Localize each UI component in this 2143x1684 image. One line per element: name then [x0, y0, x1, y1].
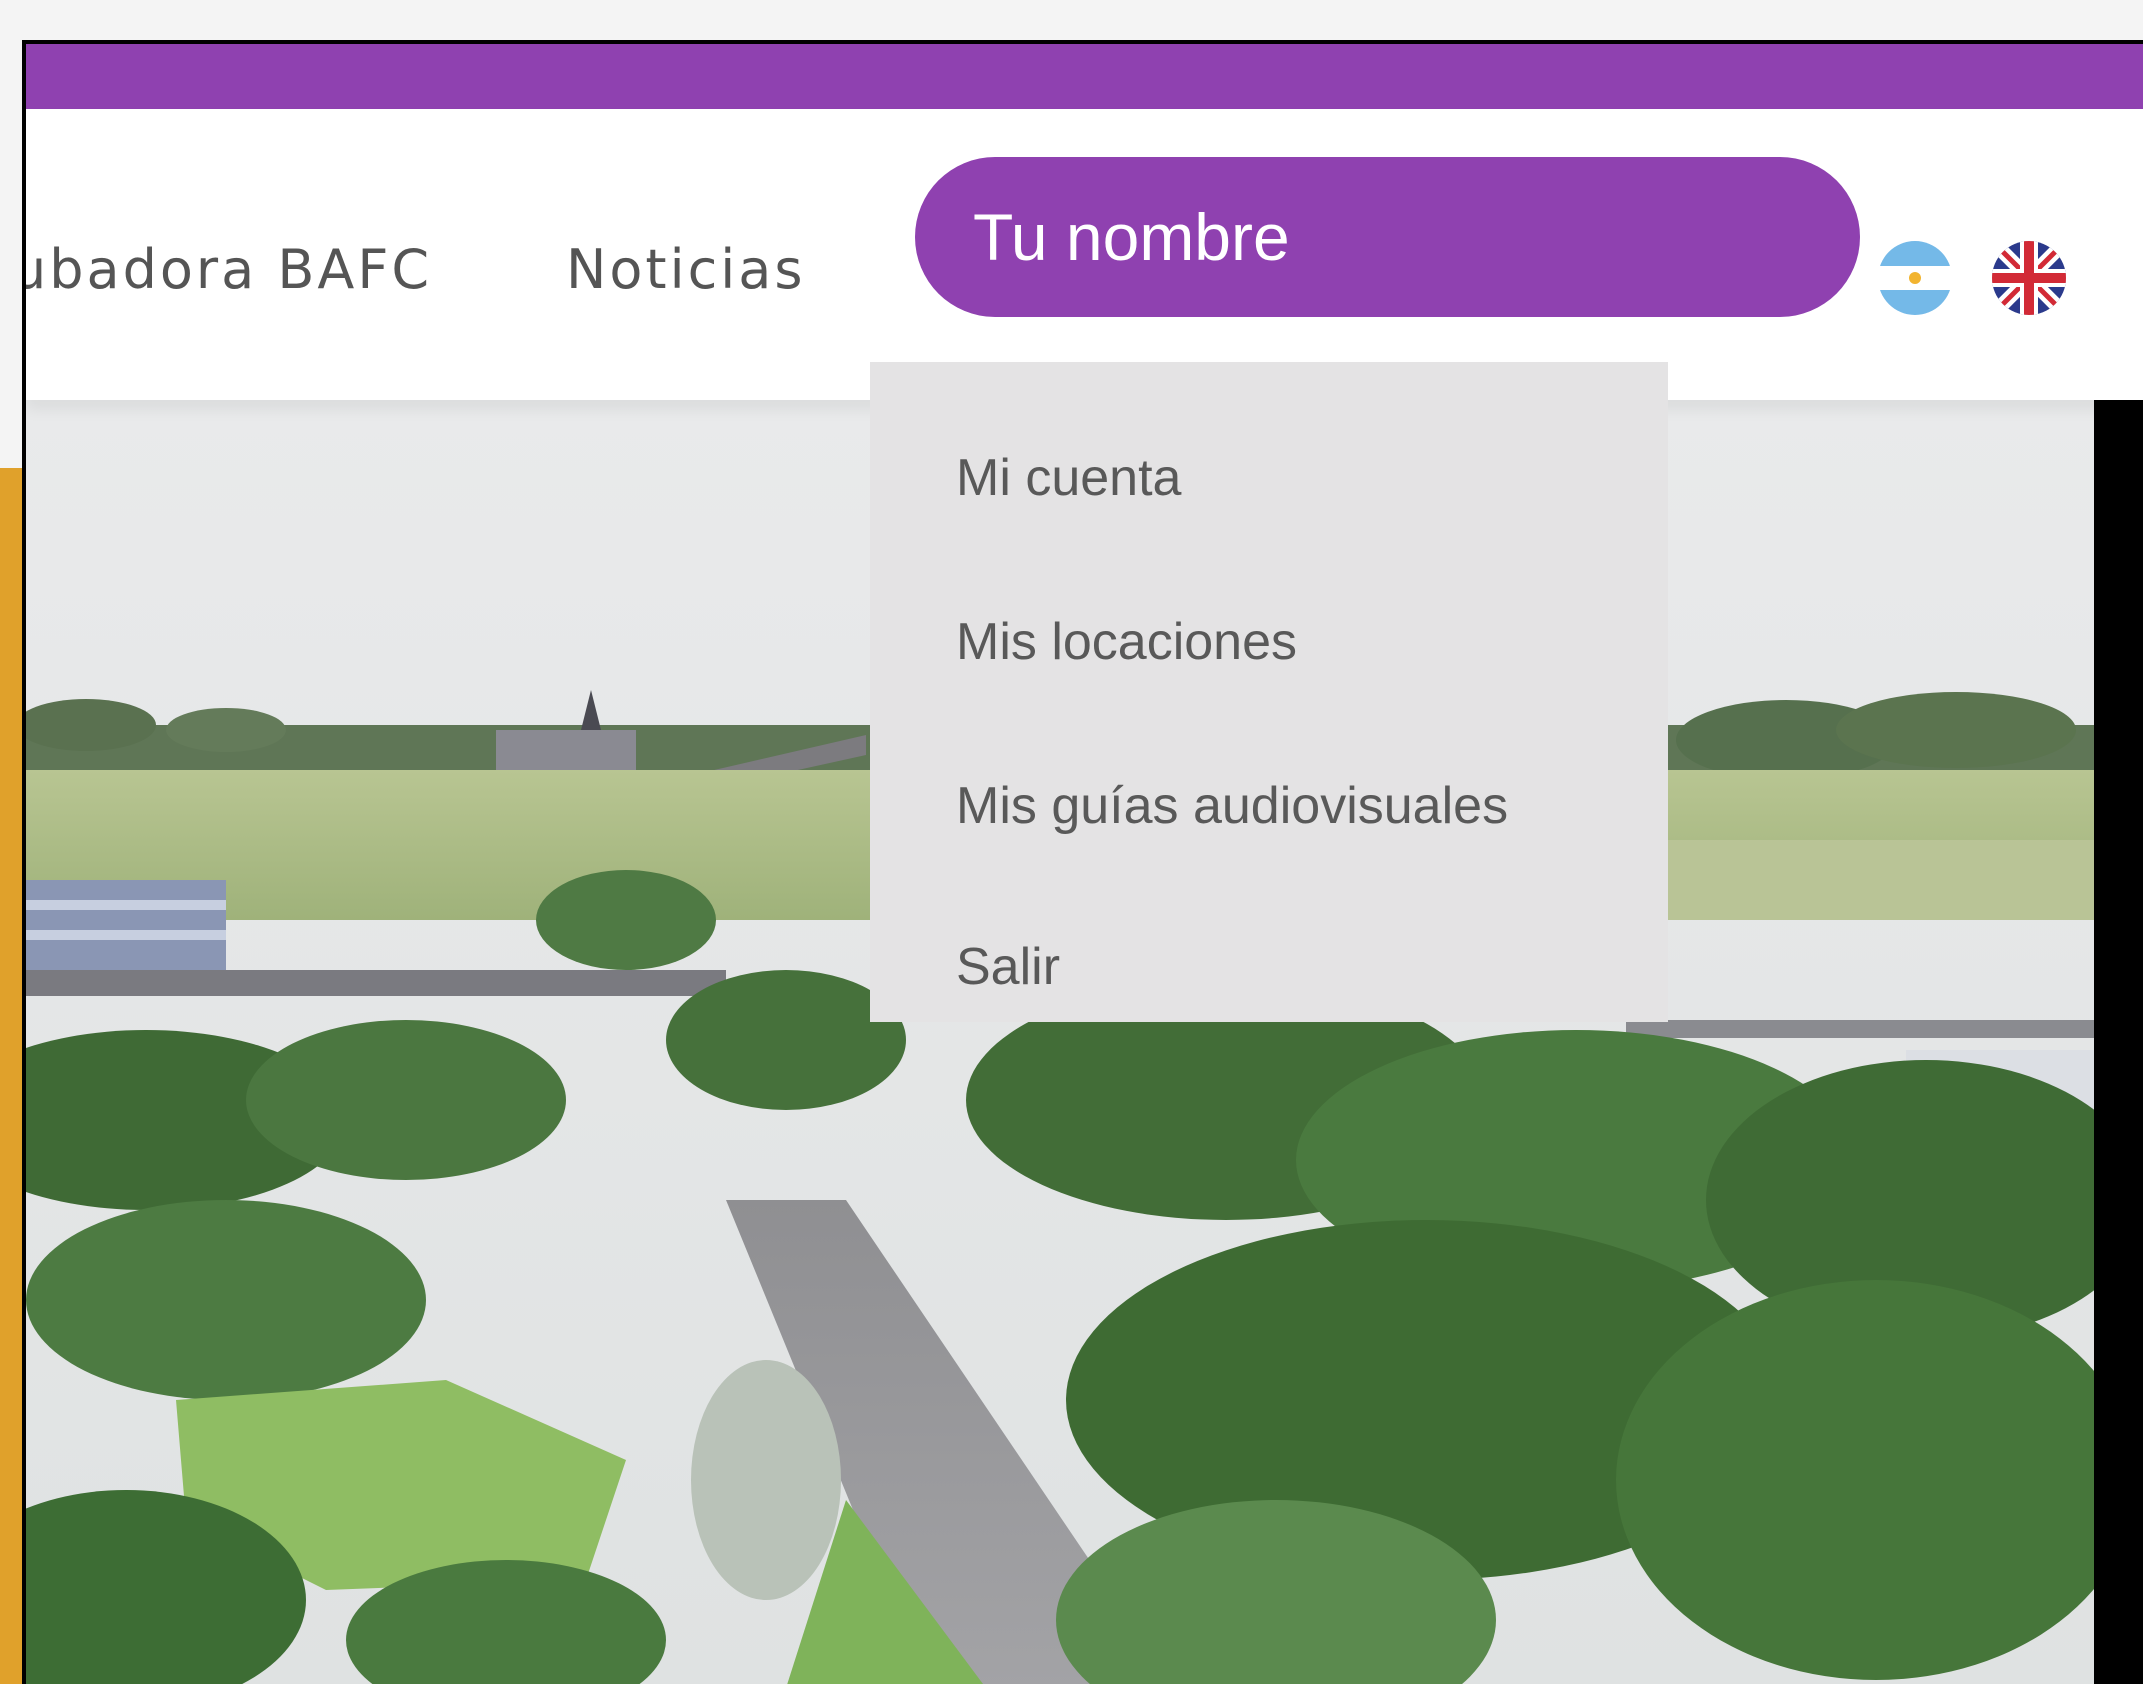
menu-item-mi-cuenta[interactable]: Mi cuenta: [956, 452, 1181, 504]
argentina-flag-icon[interactable]: [1878, 241, 1952, 315]
right-edge-black: [2094, 400, 2143, 1684]
user-dropdown-menu: Mi cuenta Mis locaciones Mis guías audio…: [870, 362, 1668, 1022]
user-name-label: Tu nombre: [973, 200, 1290, 274]
menu-item-mis-guias-audiovisuales[interactable]: Mis guías audiovisuales: [956, 780, 1508, 832]
browser-frame: ubadora BAFC Noticias Tu nombre Mi cuent…: [22, 40, 2143, 1684]
menu-item-salir[interactable]: Salir: [956, 941, 1060, 993]
uk-flag-icon[interactable]: [1992, 241, 2066, 315]
nav-link-noticias[interactable]: Noticias: [566, 243, 806, 297]
user-menu-button[interactable]: Tu nombre: [915, 157, 1860, 317]
menu-item-mis-locaciones[interactable]: Mis locaciones: [956, 616, 1297, 668]
main-navigation: ubadora BAFC Noticias Tu nombre: [26, 109, 2143, 400]
nav-link-incubadora-bafc[interactable]: ubadora BAFC: [26, 243, 432, 297]
top-brand-bar: [26, 44, 2143, 109]
